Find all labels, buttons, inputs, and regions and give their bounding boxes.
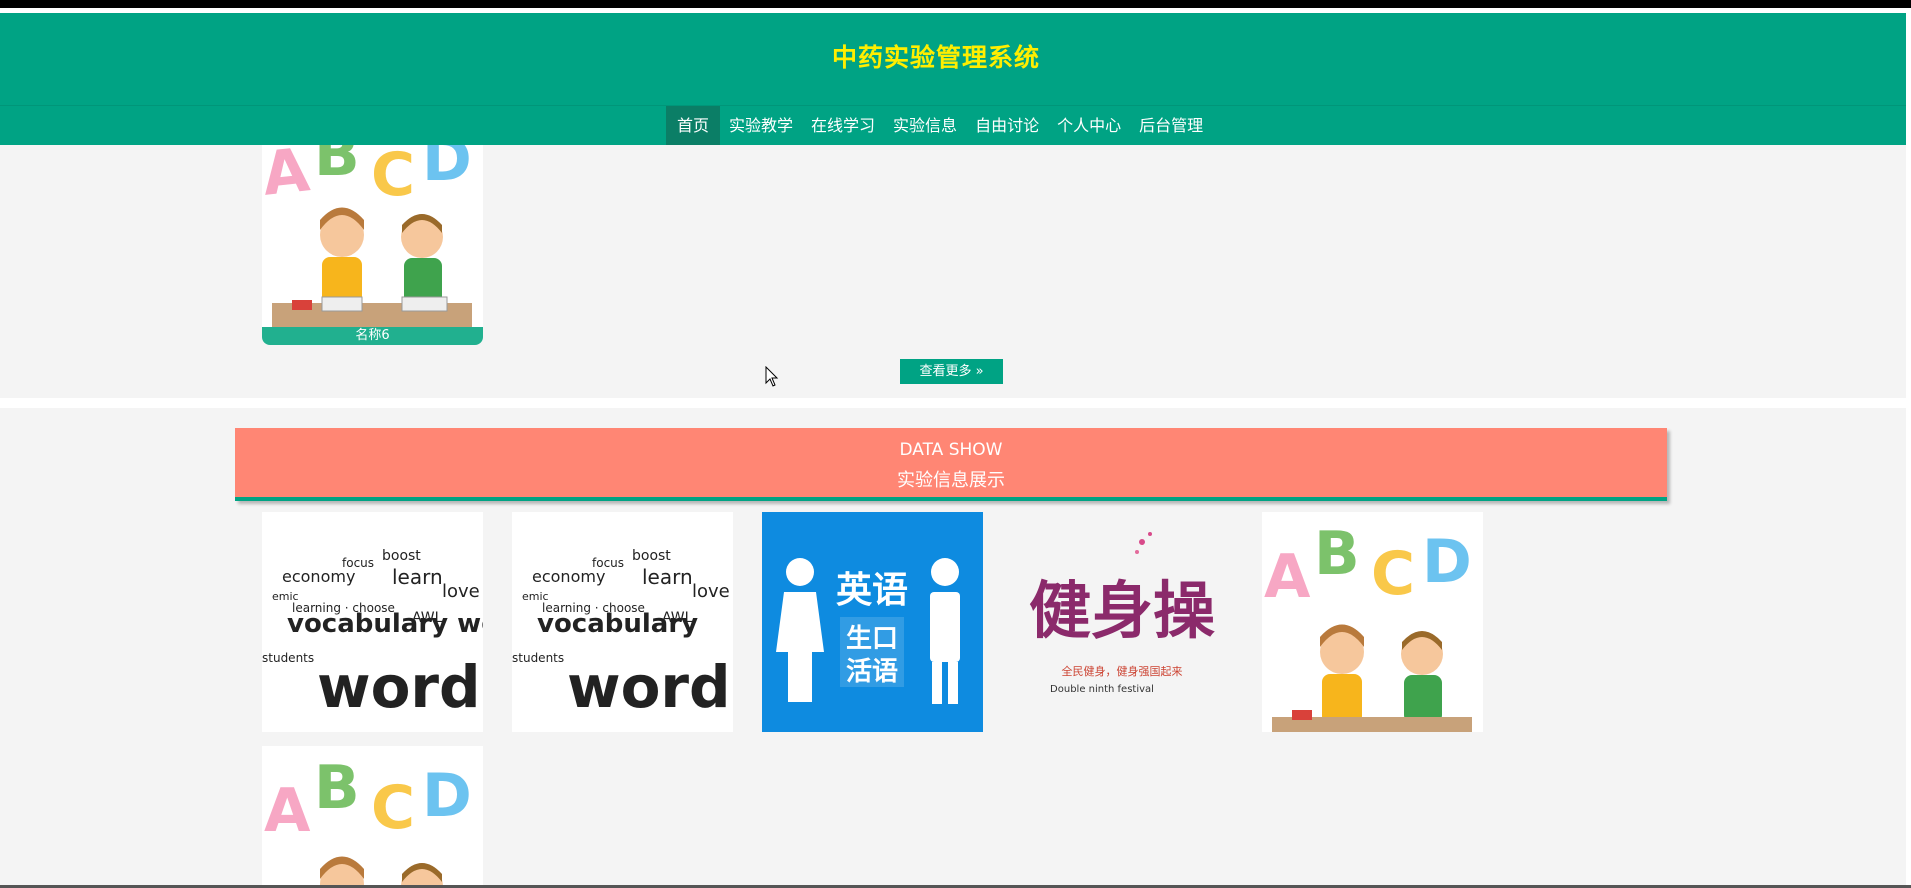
svg-text:boost: boost — [382, 548, 421, 564]
svg-text:emic: emic — [522, 590, 549, 603]
scrollbar-track[interactable] — [1906, 13, 1911, 888]
svg-text:B: B — [314, 753, 360, 823]
svg-text:C: C — [1371, 539, 1415, 609]
svg-text:students: students — [512, 651, 564, 665]
svg-text:learning · choose: learning · choose — [542, 601, 645, 615]
abcd-kids-image: A B C D — [262, 145, 483, 345]
thumbnail-festival[interactable]: 健身操 全民健身，健身强国起来 Double ninth festival — [1012, 512, 1233, 732]
item-card-label: 名称6 — [262, 327, 483, 345]
thumbnail-english-sign[interactable]: 英语 生口 活语 — [762, 512, 983, 732]
svg-text:learn: learn — [392, 565, 443, 589]
nav-item-personal-center[interactable]: 个人中心 — [1048, 106, 1130, 145]
view-more-button[interactable]: 查看更多 » — [900, 359, 1003, 384]
main-nav: 首页 实验教学 在线学习 实验信息 自由讨论 个人中心 后台管理 — [666, 106, 1212, 145]
english-sign-image: 英语 生口 活语 — [762, 512, 983, 732]
svg-text:A: A — [264, 776, 311, 846]
svg-text:全民健身，健身强国起来: 全民健身，健身强国起来 — [1062, 664, 1183, 678]
nav-bar: 首页 实验教学 在线学习 实验信息 自由讨论 个人中心 后台管理 — [0, 106, 1906, 145]
svg-text:健身操: 健身操 — [1029, 574, 1215, 647]
nav-item-home[interactable]: 首页 — [666, 106, 721, 145]
svg-text:AWL: AWL — [412, 610, 443, 626]
svg-text:英语: 英语 — [836, 570, 908, 611]
svg-text:focus: focus — [592, 556, 624, 570]
svg-text:C: C — [371, 773, 415, 843]
site-title: 中药实验管理系统 — [831, 43, 1040, 72]
svg-text:focus: focus — [342, 556, 374, 570]
svg-text:AWL: AWL — [662, 610, 693, 626]
word-cloud-image: economy focus boost vocabulary words lea… — [262, 512, 483, 732]
abcd-kids-image: A B C D — [262, 746, 483, 885]
thumbnail-abcd-kids[interactable]: A B C D — [1262, 512, 1483, 732]
svg-text:A: A — [1264, 542, 1311, 612]
banner-title-cn: 实验信息展示 — [897, 470, 1005, 491]
svg-text:students: students — [262, 651, 314, 665]
svg-text:learn: learn — [642, 565, 693, 589]
banner-title-en: DATA SHOW — [899, 440, 1003, 460]
site-header: 中药实验管理系统 首页 实验教学 在线学习 实验信息 自由讨论 个人中心 后台管… — [0, 13, 1906, 145]
svg-text:B: B — [314, 145, 360, 190]
section-divider — [0, 398, 1906, 408]
svg-text:D: D — [422, 145, 472, 195]
word-cloud-image: economy focus boost vocabulary learning … — [512, 512, 733, 732]
svg-text:D: D — [1422, 527, 1472, 597]
svg-text:learning · choose: learning · choose — [292, 601, 395, 615]
svg-text:B: B — [1314, 519, 1360, 589]
svg-text:boost: boost — [632, 548, 671, 564]
nav-item-experiment-teaching[interactable]: 实验教学 — [720, 106, 802, 145]
svg-text:生口: 生口 — [846, 624, 898, 654]
mouse-cursor-icon — [765, 366, 779, 387]
nav-item-experiment-info[interactable]: 实验信息 — [884, 106, 966, 145]
nav-item-admin[interactable]: 后台管理 — [1130, 106, 1212, 145]
svg-text:Double ninth festival: Double ninth festival — [1050, 684, 1154, 695]
calligraphy-festival-image: 健身操 全民健身，健身强国起来 Double ninth festival — [1012, 512, 1233, 732]
item-card[interactable]: A B C D 名称6 — [262, 145, 483, 345]
svg-text:emic: emic — [272, 590, 299, 603]
data-show-banner: DATA SHOW 实验信息展示 — [235, 428, 1667, 501]
svg-text:words: words — [567, 653, 733, 721]
thumbnail-words-2[interactable]: economy focus boost vocabulary learning … — [512, 512, 733, 732]
abcd-kids-image: A B C D — [1262, 512, 1483, 732]
nav-item-free-discussion[interactable]: 自由讨论 — [966, 106, 1048, 145]
svg-text:C: C — [371, 145, 415, 210]
svg-text:D: D — [422, 761, 472, 831]
svg-text:love: love — [442, 581, 480, 602]
window-top-border — [0, 0, 1911, 8]
svg-text:A: A — [262, 145, 313, 210]
svg-text:words: words — [317, 653, 483, 721]
thumbnail-abcd-kids-2[interactable]: A B C D — [262, 746, 483, 885]
svg-text:活语: 活语 — [846, 657, 898, 687]
nav-item-online-learning[interactable]: 在线学习 — [802, 106, 884, 145]
thumbnail-words-1[interactable]: economy focus boost vocabulary words lea… — [262, 512, 483, 732]
svg-text:love: love — [692, 581, 730, 602]
